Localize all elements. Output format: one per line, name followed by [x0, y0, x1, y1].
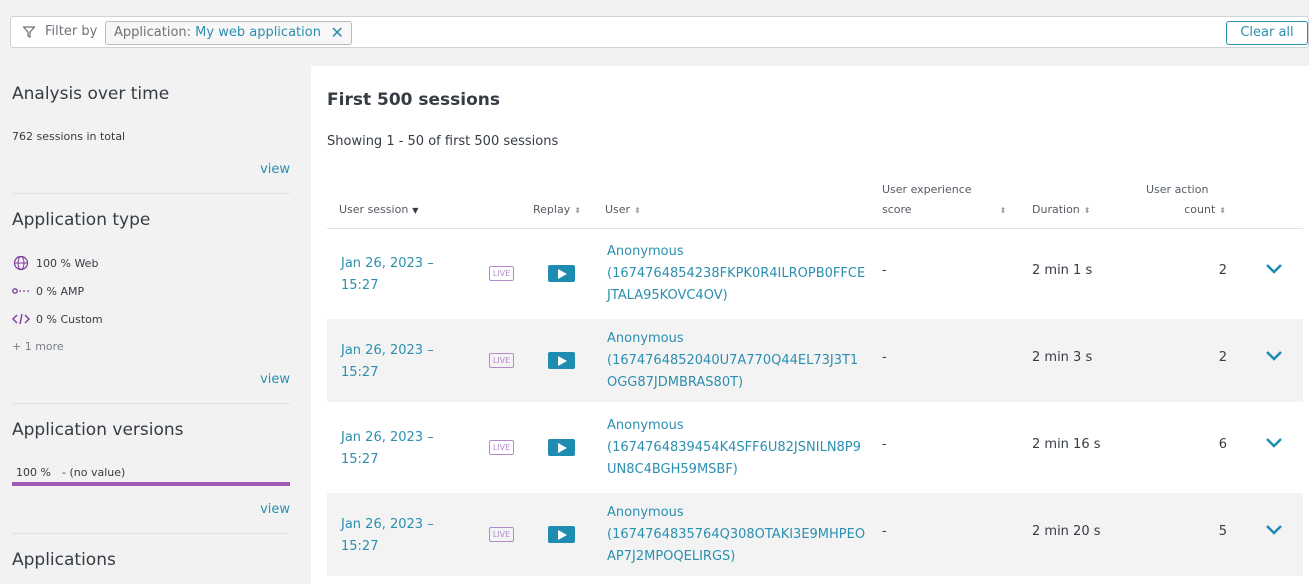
user-link[interactable]: Anonymous (1674764839454K4SFF6U82JSNILN8P…: [607, 415, 867, 481]
app-type-label: 0 % AMP: [36, 284, 85, 298]
page-title: First 500 sessions: [327, 90, 501, 110]
duration: 2 min 16 s: [1032, 437, 1101, 452]
column-header-session[interactable]: User session ▼: [339, 200, 418, 221]
play-icon[interactable]: [548, 526, 575, 543]
duration: 2 min 20 s: [1032, 524, 1101, 539]
user-link[interactable]: Anonymous (1674764852040U7A770Q44EL73J3T1…: [607, 328, 867, 394]
app-type-web: 100 % Web: [12, 255, 98, 271]
app-type-custom: 0 % Custom: [12, 311, 103, 327]
chevron-down-icon[interactable]: [1265, 523, 1283, 537]
column-label: User action: [1146, 183, 1209, 196]
column-label: User session: [339, 203, 409, 216]
play-icon[interactable]: [548, 352, 575, 369]
sort-icon: ⬍: [574, 206, 581, 215]
divider: [12, 533, 290, 534]
showing-text: Showing 1 - 50 of first 500 sessions: [327, 134, 559, 149]
column-header-user[interactable]: User ⬍: [605, 200, 641, 221]
column-header-action-count[interactable]: User action count ⬍: [1146, 180, 1226, 221]
filter-bar[interactable]: Filter by Application: My web applicatio…: [10, 16, 1309, 48]
column-label: User experience: [882, 183, 972, 196]
duration: 2 min 3 s: [1032, 350, 1093, 365]
app-type-view-link[interactable]: view: [260, 372, 290, 387]
live-badge: LIVE: [489, 440, 514, 455]
user-link[interactable]: Anonymous (1674764854238FKPK0R4ILROPB0FFC…: [607, 241, 867, 307]
app-type-label: 0 % Custom: [36, 312, 103, 326]
column-label: Duration: [1032, 203, 1080, 216]
sort-icon: ⬍: [634, 206, 641, 215]
more-link[interactable]: + 1 more: [12, 340, 64, 353]
action-count: 5: [1218, 524, 1227, 539]
version-percent: 100 %: [16, 466, 51, 479]
ux-score: -: [882, 437, 887, 452]
sort-icon: ⬍: [1219, 206, 1226, 215]
action-count: 2: [1218, 350, 1227, 365]
globe-icon: [13, 255, 29, 271]
app-type-amp: 0 % AMP: [12, 283, 84, 299]
duration: 2 min 1 s: [1032, 263, 1093, 278]
ux-score: -: [882, 524, 887, 539]
filter-chip[interactable]: Application: My web application ✕: [105, 21, 352, 45]
session-date[interactable]: Jan 26, 2023 –15:27: [341, 514, 434, 558]
column-label: score: [882, 203, 912, 216]
table-row[interactable]: Jan 26, 2023 –15:27 LIVE Anonymous (16747…: [327, 493, 1303, 576]
live-badge: LIVE: [489, 527, 514, 542]
column-header-duration[interactable]: Duration ⬍: [1032, 200, 1090, 221]
left-panel: Analysis over time 762 sessions in total…: [0, 66, 310, 584]
code-icon: [12, 313, 30, 325]
filter-icon: [23, 26, 35, 38]
table-header-divider: [327, 228, 1303, 229]
divider: [12, 403, 290, 404]
app-versions-title: Application versions: [12, 420, 184, 440]
divider: [12, 193, 290, 194]
chevron-down-icon[interactable]: [1265, 349, 1283, 363]
play-icon[interactable]: [548, 265, 575, 282]
app-type-title: Application type: [12, 210, 151, 230]
column-label: Replay: [533, 203, 571, 216]
session-date[interactable]: Jan 26, 2023 –15:27: [341, 253, 434, 297]
chevron-down-icon[interactable]: [1265, 436, 1283, 450]
user-link[interactable]: Anonymous (1674764835764Q308OTAKI3E9MHPEO…: [607, 502, 867, 568]
app-type-label: 100 % Web: [36, 256, 99, 270]
live-badge: LIVE: [489, 353, 514, 368]
applications-title: Applications: [12, 550, 116, 570]
ux-score: -: [882, 263, 887, 278]
version-bar: [12, 482, 290, 486]
clear-all-button[interactable]: Clear all: [1226, 21, 1308, 45]
sessions-total: 762 sessions in total: [12, 130, 126, 143]
amp-icon: [12, 288, 29, 294]
table-row[interactable]: Jan 26, 2023 –15:27 LIVE Anonymous (16747…: [327, 319, 1303, 402]
chevron-down-icon[interactable]: [1265, 262, 1283, 276]
sessions-panel: First 500 sessions Showing 1 - 50 of fir…: [311, 66, 1309, 584]
versions-view-link[interactable]: view: [260, 502, 290, 517]
ux-score: -: [882, 350, 887, 365]
close-icon[interactable]: ✕: [331, 22, 344, 44]
table-row[interactable]: Jan 26, 2023 –15:27 LIVE Anonymous (16747…: [327, 406, 1303, 489]
filter-label: Filter by: [45, 24, 98, 39]
session-date[interactable]: Jan 26, 2023 –15:27: [341, 427, 434, 471]
sort-icon: ⬍: [999, 206, 1007, 215]
filter-chip-value: My web application: [195, 25, 321, 40]
live-badge: LIVE: [489, 266, 514, 281]
action-count: 2: [1218, 263, 1227, 278]
column-label: User: [605, 203, 631, 216]
column-header-ux-score[interactable]: User experience score ⬍: [882, 180, 1006, 221]
column-label: count: [1184, 203, 1216, 216]
version-value: - (no value): [62, 466, 126, 479]
analysis-view-link[interactable]: view: [260, 162, 290, 177]
sort-icon: ⬍: [1083, 206, 1091, 215]
filter-chip-key: Application:: [114, 25, 192, 40]
table-row[interactable]: Jan 26, 2023 –15:27 LIVE Anonymous (16747…: [327, 232, 1303, 315]
column-header-replay[interactable]: Replay ⬍: [533, 200, 581, 221]
analysis-title: Analysis over time: [12, 84, 170, 104]
play-icon[interactable]: [548, 439, 575, 456]
action-count: 6: [1218, 437, 1227, 452]
session-date[interactable]: Jan 26, 2023 –15:27: [341, 340, 434, 384]
sort-desc-icon: ▼: [412, 206, 419, 215]
